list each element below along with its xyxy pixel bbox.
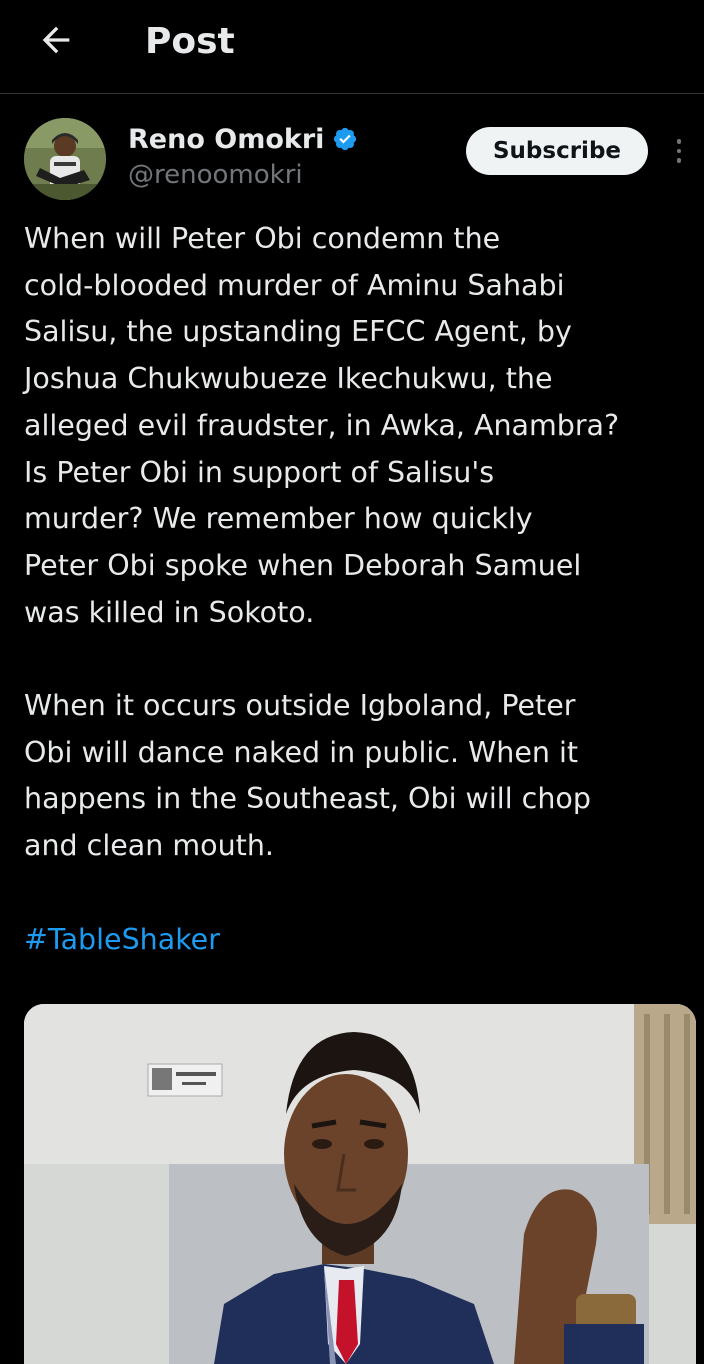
tweet-line: and clean mouth. [24, 829, 274, 863]
back-button[interactable] [28, 18, 84, 62]
tweet-line: was killed in Sokoto. [24, 595, 315, 629]
tweet-line: Salisu, the upstanding EFCC Agent, by [24, 315, 572, 349]
tweet-line: murder? We remember how quickly [24, 502, 533, 536]
tweet-paragraph-1: When will Peter Obi condemn the cold-blo… [24, 216, 700, 636]
avatar-image [24, 118, 106, 200]
tweet-paragraph-2: When it occurs outside Igboland, Peter O… [24, 683, 700, 870]
top-bar: Post [0, 0, 704, 94]
author-name[interactable]: Reno Omokri [128, 124, 324, 155]
tweet-line: Is Peter Obi in support of Salisu's [24, 455, 495, 489]
avatar[interactable] [24, 118, 106, 200]
subscribe-button[interactable]: Subscribe [466, 127, 648, 175]
hashtag-link[interactable]: #TableShaker [24, 917, 700, 964]
author-name-row[interactable]: Reno Omokri [128, 120, 358, 158]
tweet-line: alleged evil fraudster, in Awka, Anambra… [24, 408, 620, 442]
photo-image [24, 1004, 696, 1364]
tweet-line: Obi will dance naked in public. When it [24, 735, 579, 769]
verified-badge-icon [334, 127, 357, 151]
tweet-line: Joshua Chukwubueze Ikechukwu, the [24, 362, 553, 396]
author-handle[interactable]: @renoomokri [128, 158, 303, 192]
more-vertical-icon [676, 139, 682, 144]
tweet-line: cold-blooded murder of Aminu Sahabi [24, 268, 565, 302]
tweet-line: When will Peter Obi condemn the [24, 222, 501, 255]
arrow-left-icon [42, 26, 70, 54]
tweet-text: When will Peter Obi condemn the cold-blo… [24, 216, 700, 963]
tweet-line: When it occurs outside Igboland, Peter [24, 689, 576, 723]
more-options-button[interactable] [664, 128, 694, 174]
tweet-line: Peter Obi spoke when Deborah Samuel [24, 548, 582, 582]
tweet-line: happens in the Southeast, Obi will chop [24, 782, 591, 816]
page-title: Post [145, 21, 235, 62]
tweet-photo[interactable] [24, 1004, 696, 1364]
